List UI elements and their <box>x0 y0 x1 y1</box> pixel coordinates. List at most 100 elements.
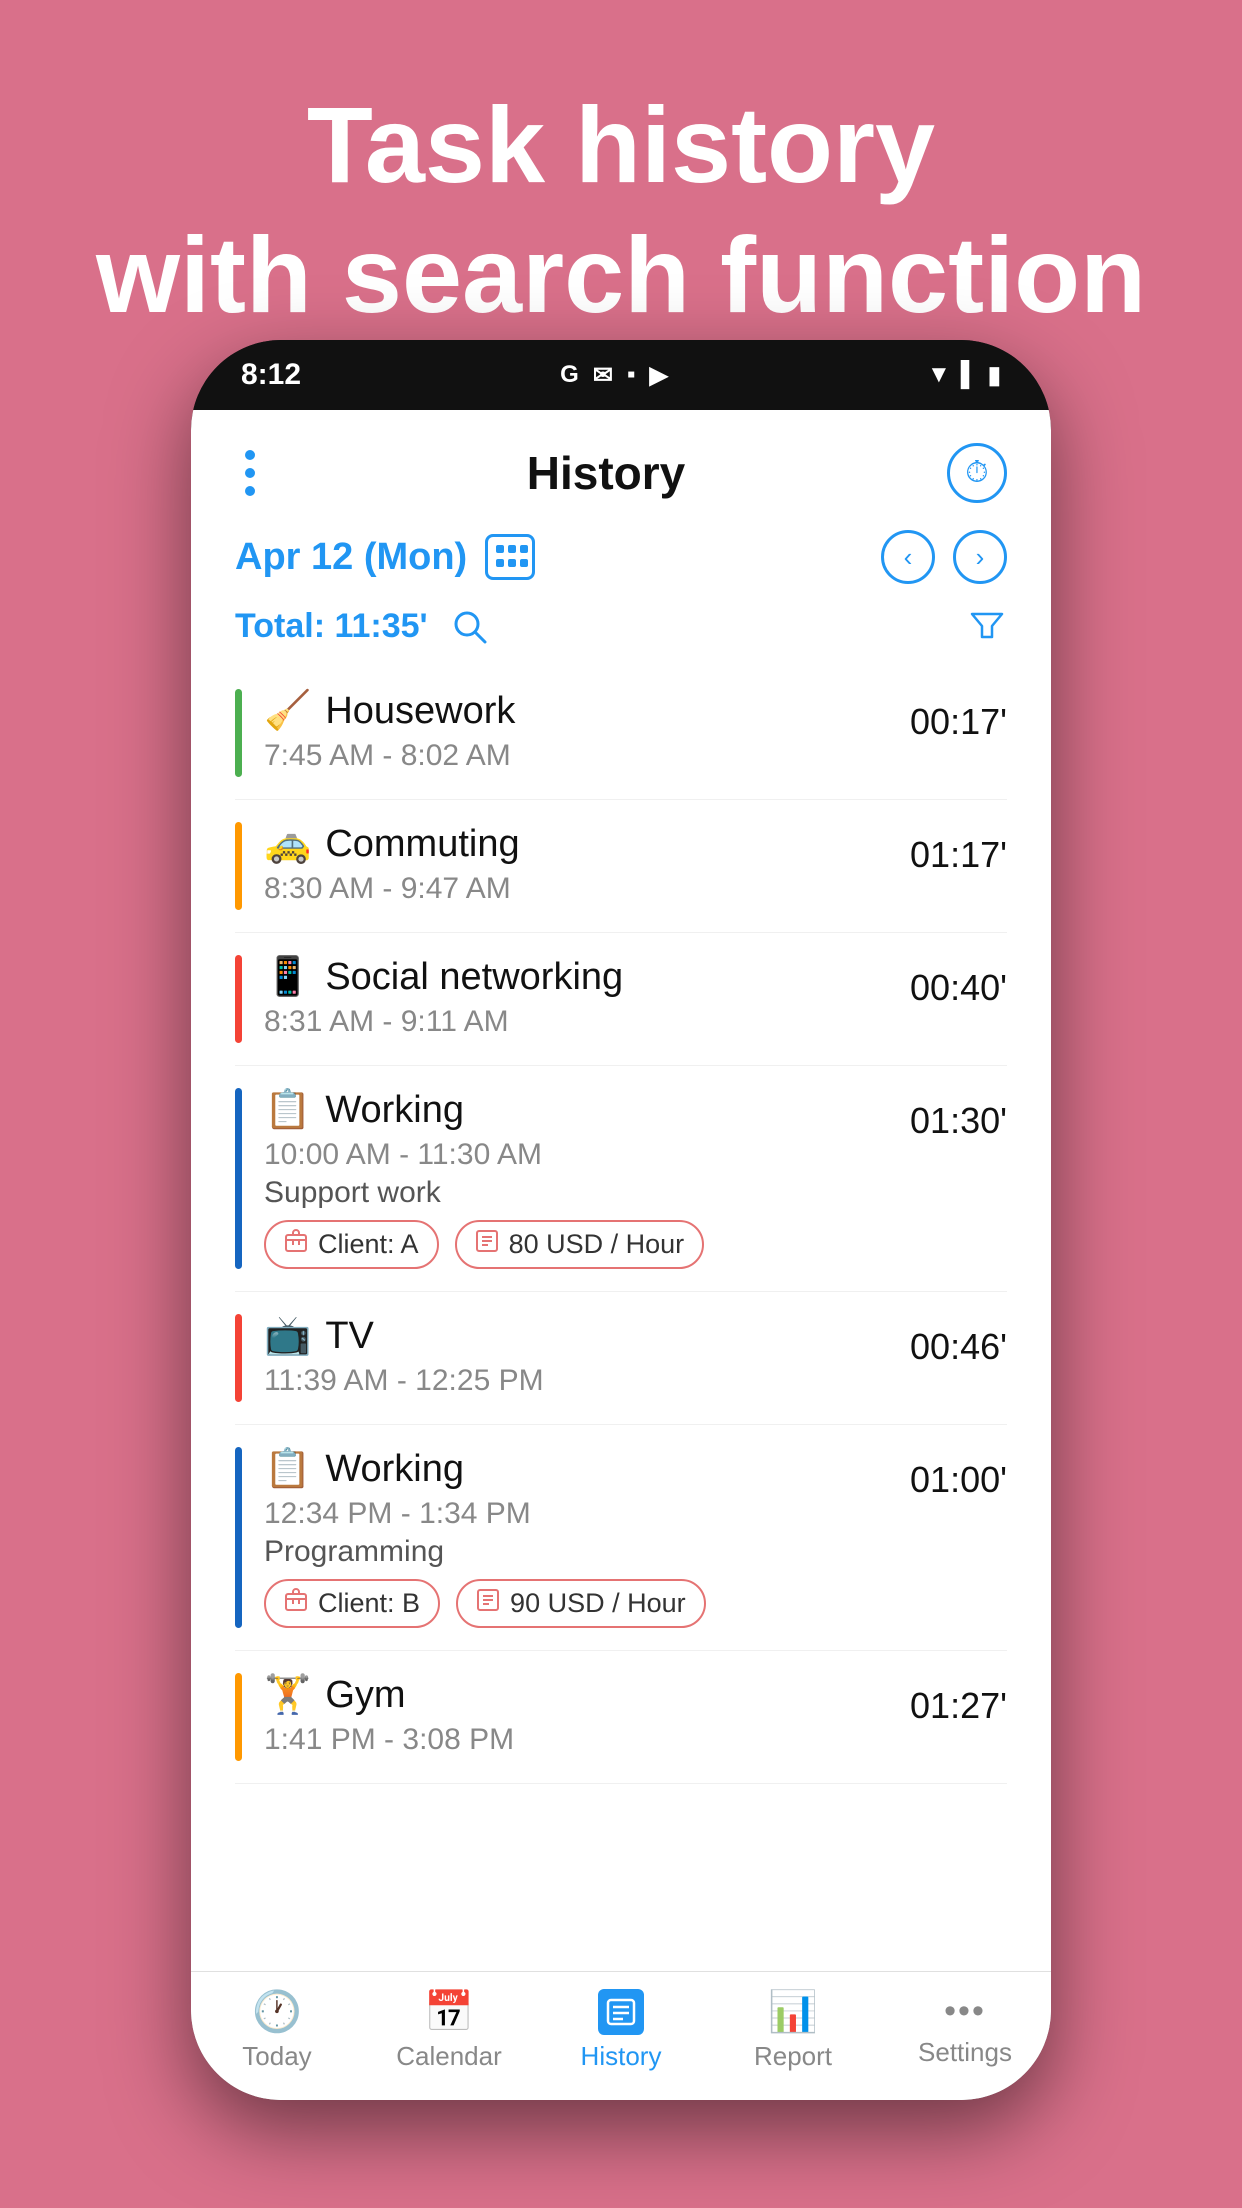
task-duration: 00:40' <box>887 955 1007 1009</box>
filter-button[interactable] <box>967 604 1007 649</box>
cal-d1 <box>496 545 504 553</box>
task-item[interactable]: 🚕Commuting8:30 AM - 9:47 AM01:17' <box>235 800 1007 933</box>
tag-label: 90 USD / Hour <box>510 1588 686 1619</box>
total-left: Total: 11:35' <box>235 605 492 649</box>
tag-icon <box>475 1229 499 1260</box>
tag-label: Client: A <box>318 1229 419 1260</box>
task-time-range: 1:41 PM - 3:08 PM <box>264 1723 887 1757</box>
date-left: Apr 12 (Mon) <box>235 534 535 580</box>
today-icon: 🕐 <box>252 1988 302 2035</box>
total-label: Total: 11:35' <box>235 607 428 646</box>
nav-today[interactable]: 🕐 Today <box>191 1988 363 2072</box>
task-time-range: 8:31 AM - 9:11 AM <box>264 1005 887 1039</box>
history-icon <box>598 1989 644 2035</box>
task-duration: 01:30' <box>887 1088 1007 1142</box>
timer-icon: ⏱ <box>965 456 988 490</box>
next-day-button[interactable]: › <box>953 530 1007 584</box>
task-color-bar <box>235 689 242 777</box>
status-right-icons: ▼ ▌ ▮ <box>927 361 1001 390</box>
task-duration: 01:00' <box>887 1447 1007 1501</box>
task-duration: 00:46' <box>887 1314 1007 1368</box>
task-note: Support work <box>264 1176 887 1210</box>
tag-label: Client: B <box>318 1588 420 1619</box>
hero-title: Task history <box>0 80 1242 210</box>
task-item[interactable]: 📱 Social networking 8:31 AM - 9:11 AM00:40… <box>235 933 1007 1066</box>
cal-d2 <box>508 545 516 553</box>
signal-icon: ▌ <box>961 361 978 389</box>
task-color-bar <box>235 1088 242 1269</box>
top-bar: History ⏱ <box>191 410 1051 524</box>
task-color-bar <box>235 955 242 1043</box>
task-name: TV <box>325 1315 374 1358</box>
dot1 <box>245 450 255 460</box>
battery-icon: ▮ <box>988 361 1001 390</box>
task-item[interactable]: 🏋Gym1:41 PM - 3:08 PM01:27' <box>235 1651 1007 1784</box>
prev-day-button[interactable]: ‹ <box>881 530 935 584</box>
cal-d5 <box>508 559 516 567</box>
task-color-bar <box>235 1673 242 1761</box>
task-time-range: 7:45 AM - 8:02 AM <box>264 739 887 773</box>
report-icon: 📊 <box>768 1988 818 2035</box>
calendar-view-button[interactable] <box>485 534 535 580</box>
task-name: Working <box>325 1089 464 1132</box>
task-time-range: 10:00 AM - 11:30 AM <box>264 1138 887 1172</box>
history-label: History <box>581 2041 662 2072</box>
task-item[interactable]: 🧹Housework7:45 AM - 8:02 AM00:17' <box>235 667 1007 800</box>
task-item[interactable]: 📋Working12:34 PM - 1:34 PMProgrammingCli… <box>235 1425 1007 1651</box>
calendar-label: Calendar <box>396 2041 502 2072</box>
task-item[interactable]: 📺 TV 11:39 AM - 12:25 PM00:46' <box>235 1292 1007 1425</box>
add-timer-button[interactable]: ⏱ <box>947 443 1007 503</box>
task-item[interactable]: 📋Working10:00 AM - 11:30 AMSupport workC… <box>235 1066 1007 1292</box>
settings-label: Settings <box>918 2037 1012 2068</box>
dot2 <box>245 468 255 478</box>
hero-section: Task history with search function <box>0 0 1242 389</box>
task-color-bar <box>235 1314 242 1402</box>
task-emoji: 🧹 <box>264 689 311 733</box>
hero-subtitle: with search function <box>0 210 1242 340</box>
menu-button[interactable] <box>235 440 265 506</box>
task-time-range: 11:39 AM - 12:25 PM <box>264 1364 887 1398</box>
task-content: 📱 Social networking 8:31 AM - 9:11 AM <box>264 955 887 1043</box>
task-tag[interactable]: Client: A <box>264 1220 439 1269</box>
report-label: Report <box>754 2041 832 2072</box>
task-content: 🏋Gym1:41 PM - 3:08 PM <box>264 1673 887 1761</box>
status-time: 8:12 <box>241 358 301 392</box>
task-tag[interactable]: 90 USD / Hour <box>456 1579 706 1628</box>
task-duration: 01:27' <box>887 1673 1007 1727</box>
cal-d4 <box>496 559 504 567</box>
task-duration: 01:17' <box>887 822 1007 876</box>
date-row: Apr 12 (Mon) ‹ › <box>191 524 1051 598</box>
task-tags: Client: B 90 USD / Hour <box>264 1579 887 1628</box>
play-icon: ▶ <box>649 361 667 390</box>
task-name: Working <box>325 1448 464 1491</box>
task-emoji: 📱 <box>264 955 311 999</box>
nav-report[interactable]: 📊 Report <box>707 1988 879 2072</box>
phone-frame: 8:12 G ✉ ▪ ▶ ▼ ▌ ▮ History ⏱ <box>191 340 1051 2100</box>
nav-settings[interactable]: ••• Settings <box>879 1992 1051 2068</box>
status-icons: G ✉ ▪ ▶ <box>560 361 668 390</box>
task-tags: Client: A 80 USD / Hour <box>264 1220 887 1269</box>
task-content: 📺 TV 11:39 AM - 12:25 PM <box>264 1314 887 1402</box>
nav-calendar[interactable]: 📅 Calendar <box>363 1988 535 2072</box>
gmail-icon: ✉ <box>593 361 613 390</box>
cal-d3 <box>520 545 528 553</box>
bottom-nav: 🕐 Today 📅 Calendar History <box>191 1971 1051 2100</box>
task-content: 🧹Housework7:45 AM - 8:02 AM <box>264 689 887 777</box>
wifi-icon: ▼ <box>927 361 951 389</box>
task-list[interactable]: 🧹Housework7:45 AM - 8:02 AM00:17'🚕Commut… <box>191 667 1051 1971</box>
search-icon <box>451 608 489 646</box>
task-name: Social networking <box>325 956 623 999</box>
task-emoji: 📺 <box>264 1314 311 1358</box>
task-tag[interactable]: 80 USD / Hour <box>455 1220 705 1269</box>
search-button[interactable] <box>448 605 492 649</box>
page-title: History <box>527 446 685 500</box>
tag-label: 80 USD / Hour <box>509 1229 685 1260</box>
task-tag[interactable]: Client: B <box>264 1579 440 1628</box>
task-time-range: 12:34 PM - 1:34 PM <box>264 1497 887 1531</box>
nav-history[interactable]: History <box>535 1989 707 2072</box>
tag-icon <box>284 1229 308 1260</box>
task-emoji: 🏋 <box>264 1673 311 1717</box>
google-icon: G <box>560 361 579 389</box>
cal-d6 <box>520 559 528 567</box>
status-bar: 8:12 G ✉ ▪ ▶ ▼ ▌ ▮ <box>191 340 1051 410</box>
